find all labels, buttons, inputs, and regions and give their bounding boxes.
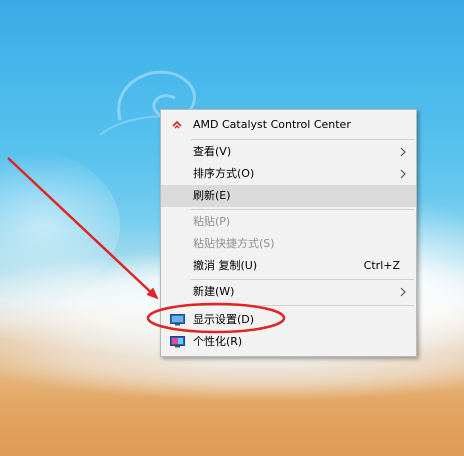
menu-item-shortcut: Ctrl+Z: [363, 259, 400, 272]
menu-item-label: 撤消 复制(U): [193, 259, 258, 272]
menu-separator: [191, 209, 414, 210]
menu-item-label: AMD Catalyst Control Center: [193, 118, 351, 131]
menu-item-label: 粘贴(P): [193, 215, 231, 228]
chevron-right-icon: [400, 287, 406, 297]
menu-item-paste-shortcut[interactable]: 粘贴快捷方式(S): [161, 233, 416, 255]
menu-item-paste[interactable]: 粘贴(P): [161, 211, 416, 233]
menu-item-undo-copy[interactable]: 撤消 复制(U) Ctrl+Z: [161, 255, 416, 277]
chevron-right-icon: [400, 169, 406, 179]
chevron-right-icon: [400, 147, 406, 157]
menu-separator: [191, 305, 414, 306]
menu-item-new[interactable]: 新建(W): [161, 281, 416, 303]
menu-separator: [191, 139, 414, 140]
menu-item-view[interactable]: 查看(V): [161, 141, 416, 163]
menu-item-sort[interactable]: 排序方式(O): [161, 163, 416, 185]
menu-item-amd-catalyst[interactable]: AMD Catalyst Control Center: [161, 114, 416, 136]
menu-separator: [191, 279, 414, 280]
amd-logo-icon: [172, 120, 182, 129]
menu-item-label: 刷新(E): [193, 189, 231, 202]
menu-item-display-settings[interactable]: 显示设置(D): [161, 309, 416, 331]
menu-item-label: 粘贴快捷方式(S): [193, 237, 275, 250]
menu-item-personalize[interactable]: 个性化(R): [161, 331, 416, 353]
desktop-context-menu: AMD Catalyst Control Center 查看(V) 排序方式(O…: [160, 109, 417, 357]
display-settings-icon: [170, 314, 185, 326]
menu-item-label: 查看(V): [193, 145, 232, 158]
menu-item-label: 显示设置(D): [193, 313, 255, 326]
menu-item-label: 新建(W): [193, 285, 235, 298]
menu-item-refresh[interactable]: 刷新(E): [161, 185, 416, 207]
personalize-icon: [170, 336, 185, 348]
menu-item-label: 排序方式(O): [193, 167, 255, 180]
menu-item-label: 个性化(R): [193, 335, 243, 348]
